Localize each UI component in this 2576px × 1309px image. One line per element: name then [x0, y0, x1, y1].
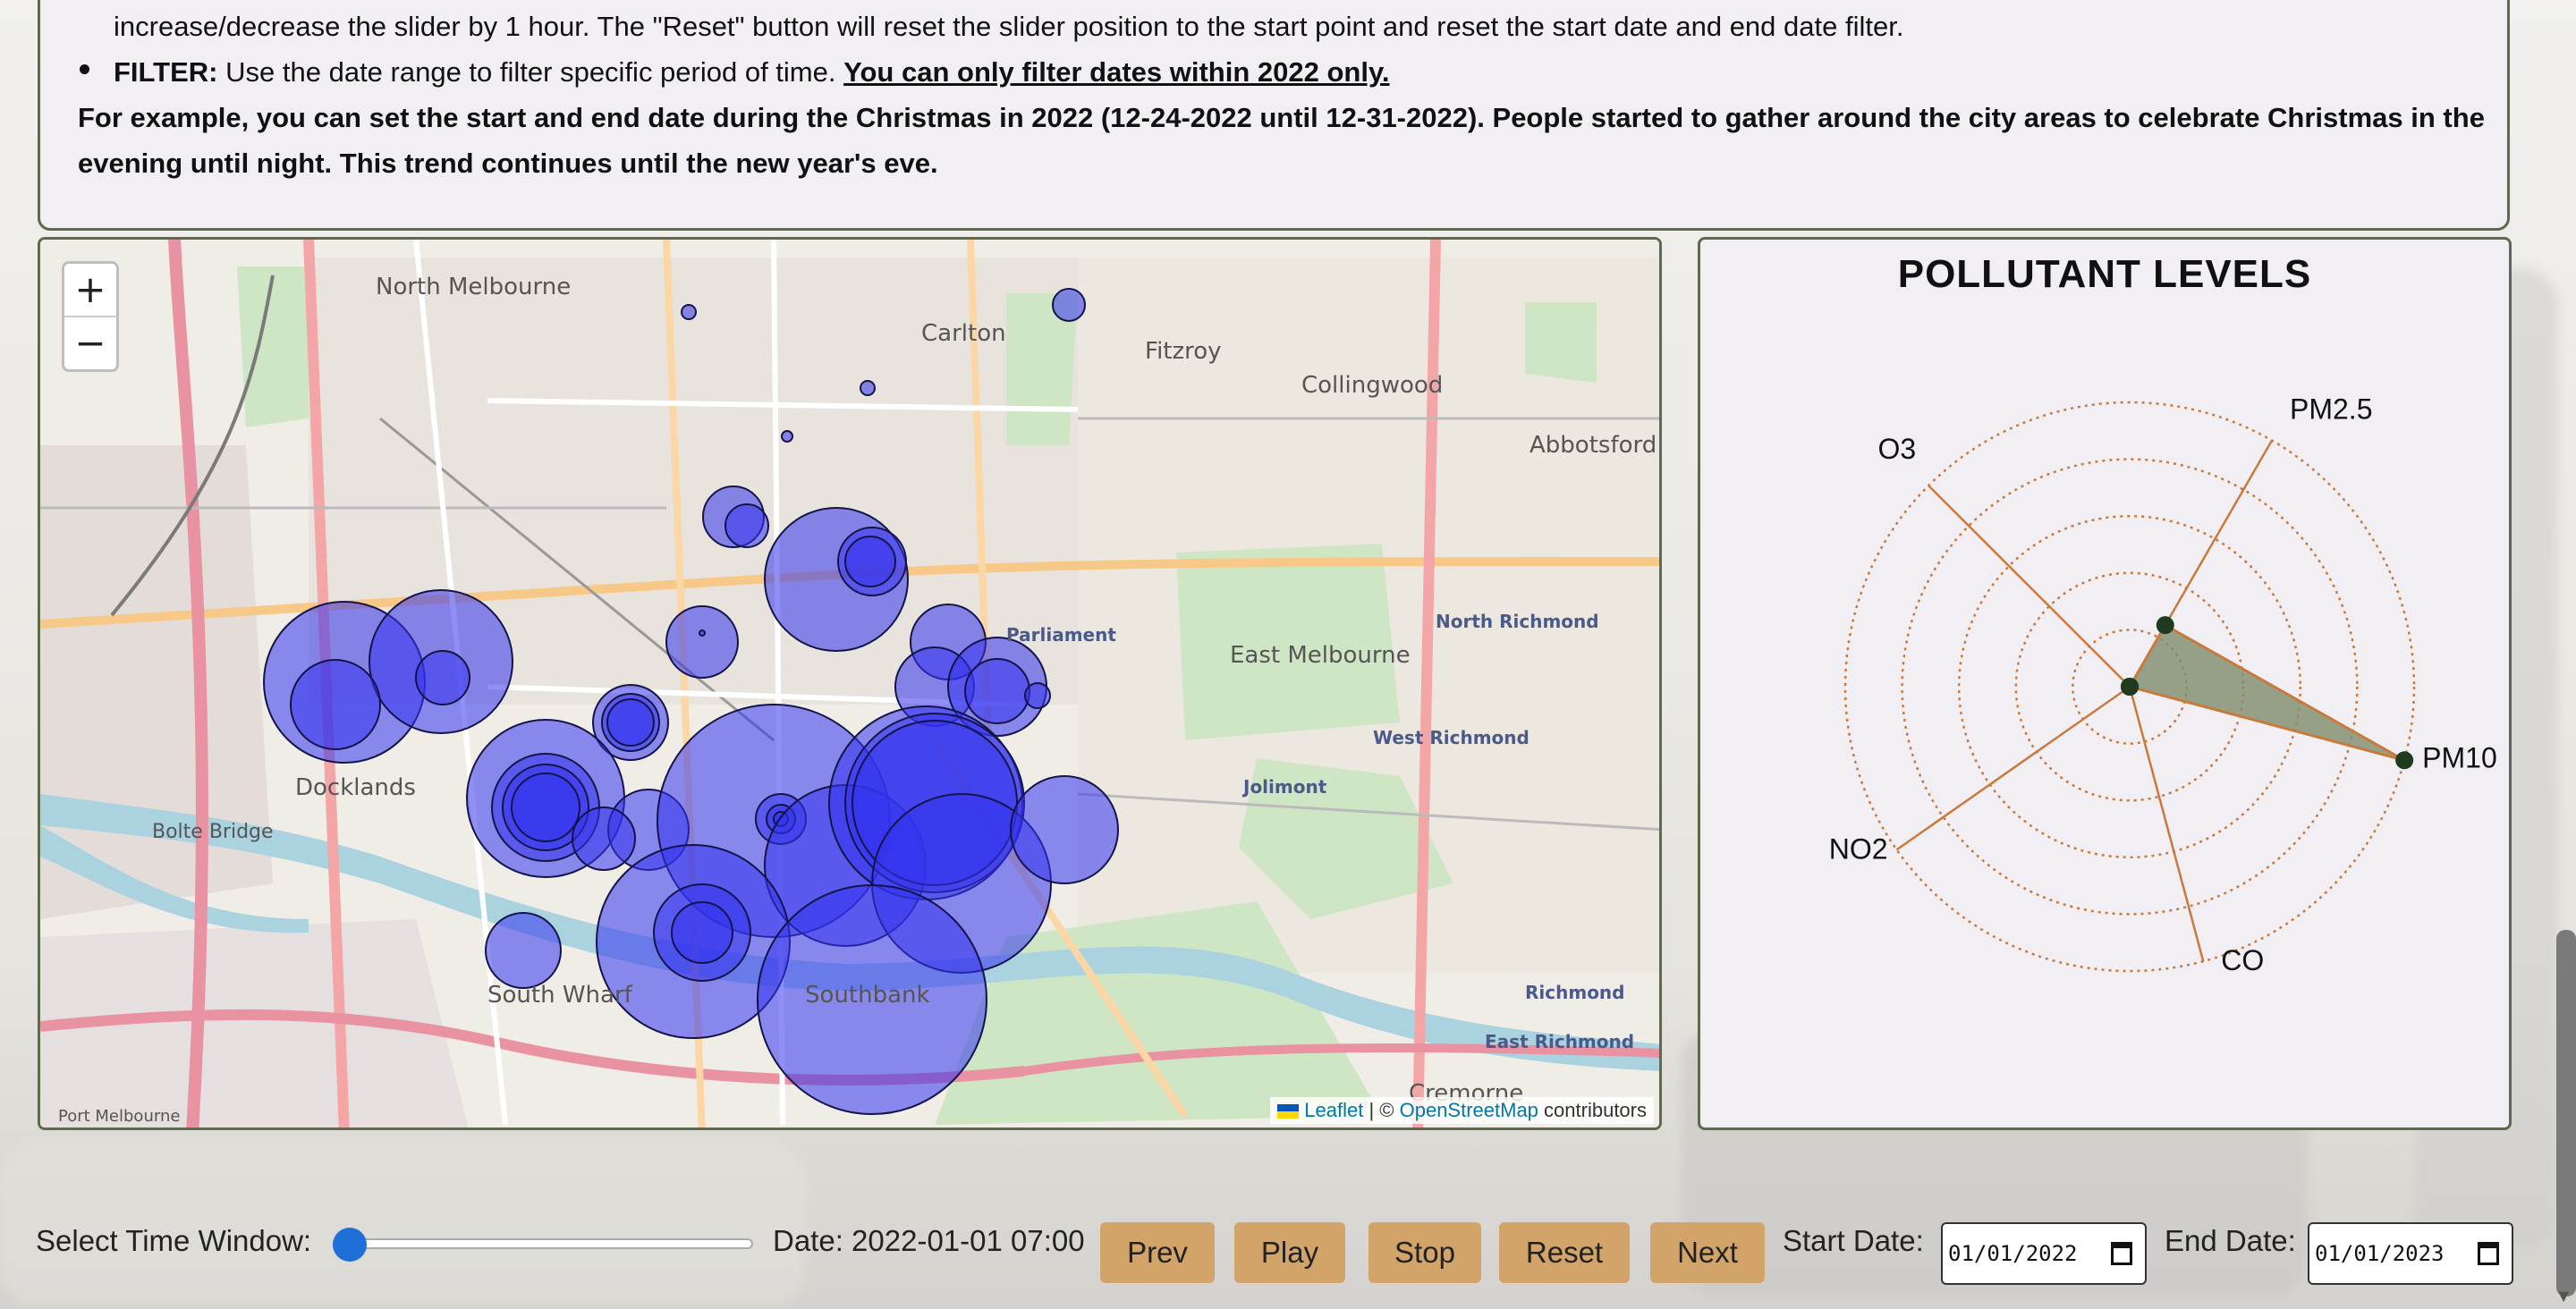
start-date-input[interactable]: 01/01/2022 — [1941, 1222, 2147, 1285]
example-line-1: For example, you can set the start and e… — [78, 102, 2485, 133]
scroll-down-arrow-icon[interactable]: ▼ — [2555, 1287, 2572, 1307]
map-label: Carlton — [921, 320, 1006, 347]
calendar-icon[interactable] — [2111, 1242, 2132, 1265]
radar-data-point[interactable] — [2395, 751, 2414, 770]
next-button[interactable]: Next — [1650, 1222, 1765, 1283]
calendar-icon[interactable] — [2478, 1242, 2499, 1265]
example-line-2: evening until night. This trend continue… — [78, 148, 938, 179]
map-label: South Wharf — [487, 982, 632, 1009]
radar-axis-label: NO2 — [1829, 832, 1888, 865]
attribution-suffix: contributors — [1544, 1099, 1647, 1121]
pollution-bubble[interactable] — [665, 605, 739, 679]
map-label: North Melbourne — [376, 274, 572, 300]
map-view[interactable]: North Melbourne Carlton Fitzroy Collingw… — [38, 237, 1662, 1130]
pollution-bubble[interactable] — [964, 658, 1030, 724]
map-label: Port Melbourne — [58, 1107, 181, 1126]
current-date-display: Date: 2022-01-01 07:00 — [773, 1224, 1085, 1257]
pollution-bubble[interactable] — [1024, 682, 1051, 709]
map-label: Collingwood — [1301, 372, 1444, 399]
radar-axis-label: O3 — [1877, 433, 1916, 465]
pollutant-radar-panel: POLLUTANT LEVELS PM2.5 PM10 CO NO2 O3 — [1698, 237, 2512, 1130]
radar-axis-label: PM2.5 — [2290, 393, 2372, 426]
zoom-in-button[interactable]: + — [64, 264, 116, 317]
prev-button[interactable]: Prev — [1100, 1222, 1215, 1283]
filter-label: FILTER: — [114, 56, 218, 88]
pollution-bubble[interactable] — [724, 503, 769, 548]
bullet — [80, 64, 89, 74]
map-label: Docklands — [295, 774, 416, 801]
pollution-bubble[interactable] — [1052, 288, 1086, 322]
radar-axis-line — [1895, 685, 2131, 851]
leaflet-link[interactable]: Leaflet — [1304, 1099, 1363, 1121]
map-label: North Richmond — [1436, 611, 1599, 632]
stop-button[interactable]: Stop — [1368, 1222, 1481, 1283]
map-label: Fitzroy — [1145, 338, 1222, 365]
radar-data-point[interactable] — [2156, 616, 2174, 635]
map-label: Bolte Bridge — [152, 821, 274, 843]
filter-emphasis: You can only filter dates within 2022 on… — [843, 56, 1390, 88]
pollution-bubble[interactable] — [699, 629, 706, 637]
start-date-label: Start Date: — [1783, 1224, 1924, 1257]
map-label: East Melbourne — [1230, 642, 1411, 669]
zoom-out-button[interactable]: − — [64, 317, 116, 369]
pollution-bubble[interactable] — [671, 901, 733, 964]
end-date-value: 01/01/2023 — [2315, 1241, 2445, 1266]
filter-instruction: FILTER: Use the date range to filter spe… — [114, 49, 1390, 95]
osm-link[interactable]: OpenStreetMap — [1400, 1099, 1538, 1121]
end-date-label: End Date: — [2165, 1224, 2296, 1257]
map-label: West Richmond — [1373, 727, 1530, 748]
pollution-bubble[interactable] — [781, 430, 793, 443]
filter-text: Use the date range to filter specific pe… — [225, 56, 836, 88]
map-label: Southbank — [805, 982, 930, 1009]
zoom-control: + − — [62, 261, 119, 372]
ukraine-flag-icon — [1277, 1104, 1300, 1119]
play-button[interactable]: Play — [1234, 1222, 1345, 1283]
pollution-bubble[interactable] — [572, 807, 636, 871]
radar-axis-line — [1928, 485, 2131, 688]
instructions-panel: increase/decrease the slider by 1 hour. … — [38, 0, 2510, 231]
map-label: Abbotsford — [1530, 432, 1657, 459]
reset-button[interactable]: Reset — [1499, 1222, 1630, 1283]
time-slider-track[interactable] — [333, 1238, 753, 1249]
end-date-input[interactable]: 01/01/2023 — [2308, 1222, 2513, 1285]
pollution-bubble[interactable] — [1010, 775, 1119, 884]
pollution-bubble[interactable] — [290, 659, 381, 750]
instruction-line: increase/decrease the slider by 1 hour. … — [114, 11, 1904, 42]
map-label: Jolimont — [1243, 776, 1327, 798]
attribution-separator: | © — [1368, 1099, 1394, 1121]
pollution-bubble[interactable] — [485, 912, 562, 989]
map-label: East Richmond — [1485, 1031, 1635, 1052]
start-date-value: 01/01/2022 — [1948, 1241, 2078, 1266]
map-label: Richmond — [1525, 982, 1625, 1003]
pollution-bubble[interactable] — [511, 773, 580, 842]
map-label: Parliament — [1006, 624, 1116, 646]
pollution-bubble[interactable] — [844, 536, 896, 587]
pollution-bubble[interactable] — [415, 650, 470, 705]
page-scrollbar-thumb[interactable] — [2556, 930, 2576, 1296]
pollution-bubble[interactable] — [860, 380, 876, 396]
radar-axis-line — [2128, 686, 2205, 962]
radar-axis-label: CO — [2221, 944, 2264, 976]
map-attribution: Leaflet | © OpenStreetMap contributors — [1270, 1097, 1654, 1124]
time-window-label: Select Time Window: — [36, 1224, 312, 1257]
pollution-bubble[interactable] — [681, 304, 697, 320]
radar-axis-label: PM10 — [2422, 741, 2497, 773]
radar-data-polygon — [2127, 623, 2405, 762]
pollution-bubble[interactable] — [606, 698, 655, 747]
radar-chart: PM2.5 PM10 CO NO2 O3 — [1829, 393, 2497, 977]
radar-data-point[interactable] — [2121, 678, 2139, 696]
